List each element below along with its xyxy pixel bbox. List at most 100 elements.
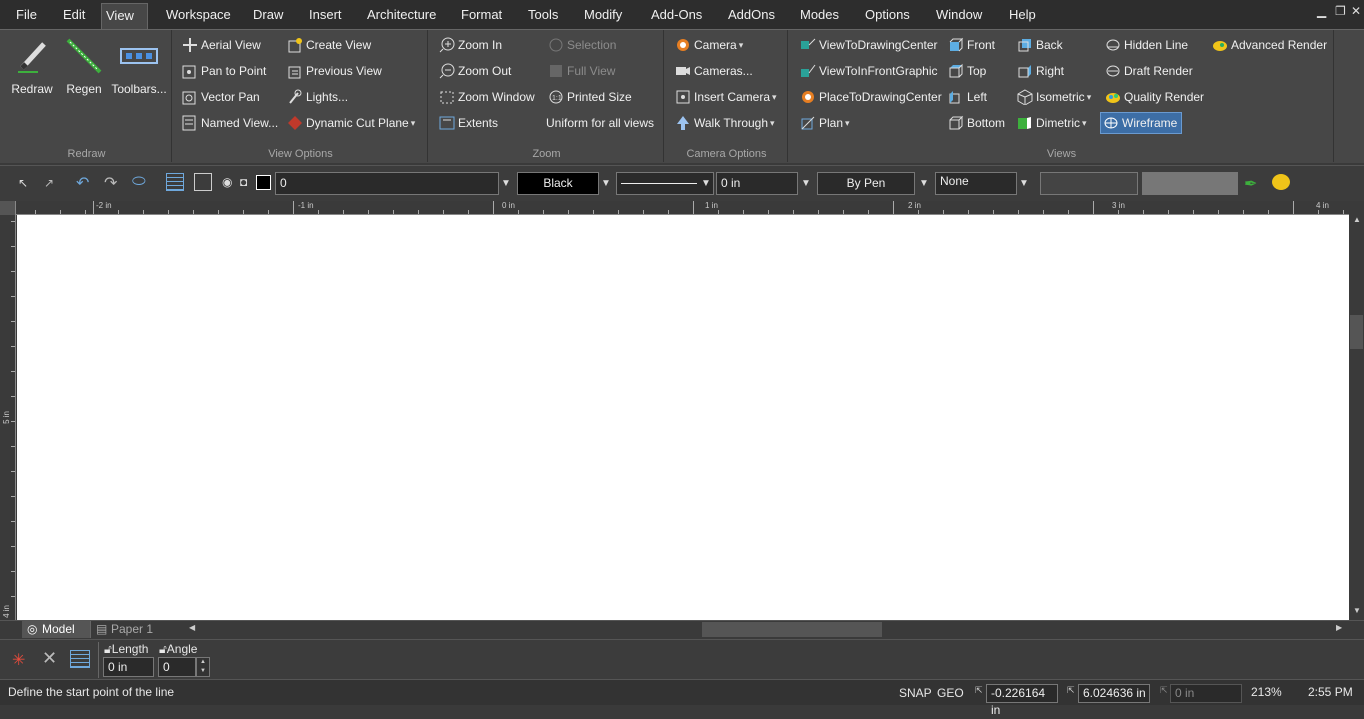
right-view-button[interactable]: Right bbox=[1017, 60, 1064, 82]
menu-view[interactable]: View bbox=[101, 3, 148, 30]
scroll-left-icon[interactable]: ◀ bbox=[189, 623, 195, 632]
minimize-icon[interactable]: ▁ bbox=[1317, 4, 1326, 18]
zoom-out-button[interactable]: Zoom Out bbox=[439, 60, 511, 82]
hscroll-thumb[interactable] bbox=[702, 622, 882, 637]
pattern-field[interactable] bbox=[1040, 172, 1138, 195]
advanced-render-button[interactable]: Advanced Render bbox=[1212, 34, 1327, 56]
view-to-drawing-center-button[interactable]: ViewToDrawingCenter bbox=[800, 34, 938, 56]
previous-view-button[interactable]: Previous View bbox=[287, 60, 382, 82]
selection-button[interactable]: Selection bbox=[548, 34, 616, 56]
close-icon[interactable]: ✕ bbox=[1351, 4, 1361, 18]
cameras-button[interactable]: Cameras... bbox=[675, 60, 753, 82]
isometric-view-button[interactable]: Isometric bbox=[1017, 86, 1091, 108]
line-tool-icon[interactable]: ✳ bbox=[12, 650, 34, 670]
layer-color-swatch[interactable] bbox=[256, 175, 271, 190]
bottom-view-button[interactable]: Bottom bbox=[948, 112, 1005, 134]
line-style-dropdown-icon[interactable]: ▼ bbox=[698, 172, 714, 195]
eye-icon[interactable]: ◉ bbox=[222, 175, 232, 189]
menu-edit[interactable]: Edit bbox=[59, 0, 89, 29]
color-field[interactable]: Black bbox=[517, 172, 599, 195]
geo-toggle[interactable]: GEO bbox=[937, 686, 964, 700]
menu-modes[interactable]: Modes bbox=[796, 0, 843, 29]
extents-button[interactable]: Extents bbox=[439, 112, 498, 134]
menu-draw[interactable]: Draw bbox=[249, 0, 287, 29]
node-select-icon[interactable]: ↗ bbox=[44, 176, 54, 190]
top-view-button[interactable]: Top bbox=[948, 60, 986, 82]
menu-tools[interactable]: Tools bbox=[524, 0, 562, 29]
menu-help[interactable]: Help bbox=[1005, 0, 1040, 29]
lights-button[interactable]: Lights... bbox=[287, 86, 348, 108]
drawing-canvas[interactable] bbox=[17, 215, 1349, 620]
fill-dropdown-icon[interactable]: ▼ bbox=[1016, 172, 1032, 195]
regen-button[interactable]: Regen bbox=[60, 36, 108, 96]
hidden-line-button[interactable]: Hidden Line bbox=[1105, 34, 1188, 56]
cancel-icon[interactable]: ✕ bbox=[42, 648, 57, 669]
uniform-views-button[interactable]: Uniform for all views bbox=[546, 112, 654, 134]
menu-add-ons[interactable]: Add-Ons bbox=[647, 0, 706, 29]
redraw-button[interactable]: Redraw bbox=[8, 36, 56, 96]
angle-input[interactable]: 0 bbox=[158, 657, 196, 677]
menu-file[interactable]: File bbox=[12, 0, 41, 29]
front-view-button[interactable]: Front bbox=[948, 34, 995, 56]
menu-addons[interactable]: AddOns bbox=[724, 0, 779, 29]
lasso-icon[interactable]: ⬭ bbox=[132, 173, 146, 191]
walk-through-button[interactable]: Walk Through bbox=[675, 112, 775, 134]
wireframe-button[interactable]: Wireframe bbox=[1100, 112, 1183, 134]
vertical-scrollbar[interactable]: ▲ ▼ bbox=[1349, 201, 1364, 621]
redo-icon[interactable]: ↷ bbox=[104, 173, 117, 193]
render-icon[interactable] bbox=[1272, 174, 1290, 190]
pen-field[interactable]: By Pen bbox=[817, 172, 915, 195]
quality-render-button[interactable]: Quality Render bbox=[1105, 86, 1204, 108]
fill-field[interactable]: None bbox=[935, 172, 1017, 195]
menu-format[interactable]: Format bbox=[457, 0, 506, 29]
lock-icon[interactable]: ◘ bbox=[240, 175, 247, 189]
menu-architecture[interactable]: Architecture bbox=[363, 0, 440, 29]
restore-icon[interactable]: ❐ bbox=[1335, 4, 1346, 18]
menu-insert[interactable]: Insert bbox=[305, 0, 346, 29]
camera-button[interactable]: Camera bbox=[675, 34, 743, 56]
layer-field[interactable]: 0 bbox=[275, 172, 499, 195]
zoom-in-button[interactable]: Zoom In bbox=[439, 34, 502, 56]
horizontal-scrollbar[interactable]: ◀ ▶ bbox=[184, 621, 1349, 638]
undo-icon[interactable]: ↶ bbox=[76, 173, 89, 193]
full-view-button[interactable]: Full View bbox=[548, 60, 615, 82]
toolbars-button[interactable]: Toolbars... bbox=[110, 36, 168, 96]
z-coordinate[interactable]: 0 in bbox=[1170, 684, 1242, 703]
thickness-dropdown-icon[interactable]: ▼ bbox=[798, 172, 814, 195]
transparency-field[interactable] bbox=[1142, 172, 1238, 195]
ruler-origin-icon[interactable] bbox=[0, 201, 15, 215]
grid-icon[interactable] bbox=[166, 173, 184, 191]
menu-window[interactable]: Window bbox=[932, 0, 986, 29]
eyedropper-icon[interactable]: ✒ bbox=[1244, 174, 1257, 194]
insert-camera-button[interactable]: Insert Camera bbox=[675, 86, 777, 108]
tab-paper-1[interactable]: ▤ Paper 1 bbox=[90, 621, 180, 638]
menu-options[interactable]: Options bbox=[861, 0, 914, 29]
scroll-up-icon[interactable]: ▲ bbox=[1353, 215, 1361, 224]
tab-model[interactable]: ◎ Model bbox=[22, 621, 90, 638]
menu-modify[interactable]: Modify bbox=[580, 0, 626, 29]
y-coordinate[interactable]: 6.024636 in bbox=[1078, 684, 1150, 703]
color-dropdown-icon[interactable]: ▼ bbox=[598, 172, 614, 195]
length-input[interactable]: 0 in bbox=[103, 657, 154, 677]
scrollbar-thumb[interactable] bbox=[1350, 315, 1363, 349]
select-arrow-icon[interactable]: ↖ bbox=[18, 176, 28, 190]
dynamic-cut-plane-button[interactable]: Dynamic Cut Plane bbox=[287, 112, 415, 134]
scroll-down-icon[interactable]: ▼ bbox=[1353, 606, 1361, 615]
scroll-right-icon[interactable]: ▶ bbox=[1336, 623, 1342, 632]
x-coordinate[interactable]: -0.226164 in bbox=[986, 684, 1058, 717]
place-to-drawing-center-button[interactable]: PlaceToDrawingCenter bbox=[800, 86, 942, 108]
thickness-field[interactable]: 0 in bbox=[716, 172, 798, 195]
angle-stepper[interactable]: ▲ ▼ bbox=[196, 657, 210, 677]
layer-dropdown-icon[interactable]: ▼ bbox=[498, 172, 514, 195]
dimetric-view-button[interactable]: Dimetric bbox=[1017, 112, 1087, 134]
left-view-button[interactable]: Left bbox=[948, 86, 987, 108]
pen-dropdown-icon[interactable]: ▼ bbox=[916, 172, 932, 195]
create-view-button[interactable]: Create View bbox=[287, 34, 371, 56]
draft-render-button[interactable]: Draft Render bbox=[1105, 60, 1193, 82]
zoom-window-button[interactable]: Zoom Window bbox=[439, 86, 535, 108]
aerial-view-button[interactable]: Aerial View bbox=[182, 34, 261, 56]
back-view-button[interactable]: Back bbox=[1017, 34, 1063, 56]
named-view-button[interactable]: Named View... bbox=[182, 112, 278, 134]
view-to-in-front-graphic-button[interactable]: ViewToInFrontGraphic bbox=[800, 60, 938, 82]
menu-workspace[interactable]: Workspace bbox=[162, 0, 235, 29]
